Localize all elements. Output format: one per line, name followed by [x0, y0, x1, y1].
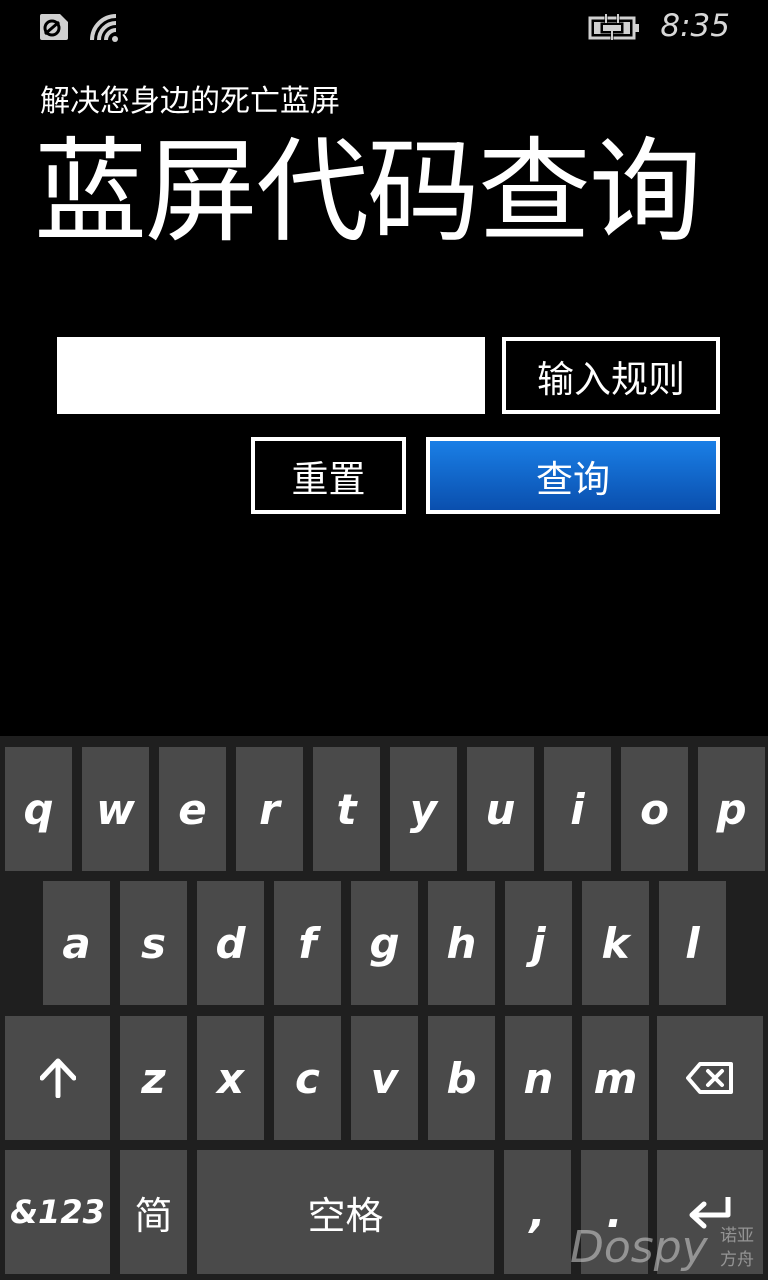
key-l[interactable]: l — [659, 881, 726, 1005]
comma-key[interactable]: , — [504, 1150, 571, 1274]
key-s[interactable]: s — [120, 881, 187, 1005]
shift-up-arrow-icon — [39, 1058, 76, 1098]
wifi-icon — [88, 12, 122, 46]
app-screen: 8:35 解决您身边的死亡蓝屏 蓝屏代码查询 输入规则 重置 查询 qwerty… — [0, 0, 768, 1280]
key-k[interactable]: k — [582, 881, 649, 1005]
key-j[interactable]: j — [505, 881, 572, 1005]
reset-button[interactable]: 重置 — [251, 437, 406, 514]
key-w[interactable]: w — [82, 747, 149, 871]
key-z[interactable]: z — [120, 1016, 187, 1140]
key-b[interactable]: b — [428, 1016, 495, 1140]
key-t[interactable]: t — [313, 747, 380, 871]
key-v[interactable]: v — [351, 1016, 418, 1140]
space-key[interactable]: 空格 — [197, 1150, 494, 1274]
query-button[interactable]: 查询 — [426, 437, 720, 514]
key-u[interactable]: u — [467, 747, 534, 871]
key-n[interactable]: n — [505, 1016, 572, 1140]
language-key[interactable]: 简 — [120, 1150, 187, 1274]
key-i[interactable]: i — [544, 747, 611, 871]
key-e[interactable]: e — [159, 747, 226, 871]
shift-key[interactable] — [5, 1016, 110, 1140]
key-a[interactable]: a — [43, 881, 110, 1005]
status-time: 8:35 — [660, 8, 730, 44]
status-bar: 8:35 — [0, 0, 768, 56]
battery-charging-icon — [588, 14, 640, 46]
watermark-line-1: 诺亚 — [720, 1226, 754, 1246]
key-x[interactable]: x — [197, 1016, 264, 1140]
key-q[interactable]: q — [5, 747, 72, 871]
key-g[interactable]: g — [351, 881, 418, 1005]
watermark-logo-text: Dospy — [570, 1222, 708, 1273]
backspace-key[interactable] — [657, 1016, 763, 1140]
key-h[interactable]: h — [428, 881, 495, 1005]
code-search-input[interactable] — [57, 337, 485, 414]
key-m[interactable]: m — [582, 1016, 649, 1140]
symbols-key[interactable]: &123 — [5, 1150, 110, 1274]
key-y[interactable]: y — [390, 747, 457, 871]
key-d[interactable]: d — [197, 881, 264, 1005]
dospy-watermark: Dospy 诺亚 方舟 — [570, 1222, 760, 1276]
key-f[interactable]: f — [274, 881, 341, 1005]
watermark-line-2: 方舟 — [720, 1250, 754, 1270]
page-title: 蓝屏代码查询 — [34, 126, 702, 258]
on-screen-keyboard: qwertyuiop asdfghjkl zxcvbnm &123 简 空格 ,… — [0, 736, 768, 1280]
watermark-subtext: 诺亚 方舟 — [720, 1224, 760, 1272]
key-c[interactable]: c — [274, 1016, 341, 1140]
key-o[interactable]: o — [621, 747, 688, 871]
key-p[interactable]: p — [698, 747, 765, 871]
cellular-data-icon — [36, 12, 70, 46]
page-subtitle: 解决您身边的死亡蓝屏 — [40, 84, 340, 119]
input-rules-button[interactable]: 输入规则 — [502, 337, 720, 414]
backspace-icon — [686, 1061, 734, 1095]
key-r[interactable]: r — [236, 747, 303, 871]
